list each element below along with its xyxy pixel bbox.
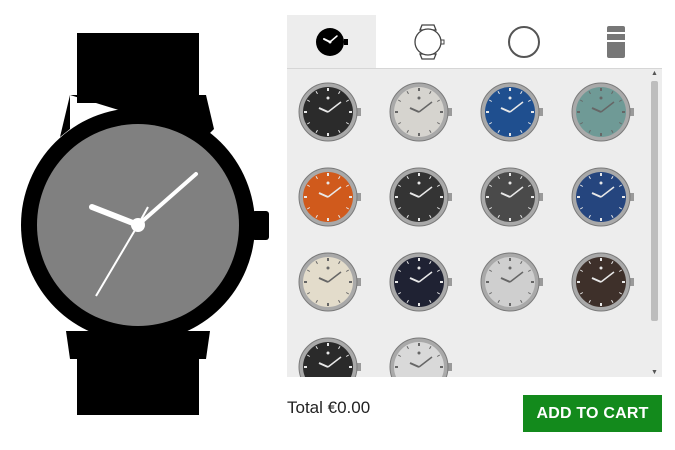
tab-case[interactable] — [383, 15, 472, 68]
dial-options-panel: ▲ ▼ — [287, 68, 662, 377]
tab-strap[interactable] — [571, 15, 660, 68]
watch-case-icon — [413, 23, 444, 60]
dial-option[interactable] — [388, 335, 452, 377]
scroll-thumb[interactable] — [651, 81, 658, 321]
bezel-ring-icon — [507, 25, 540, 58]
dial-option[interactable] — [297, 80, 361, 144]
strap-icon — [603, 25, 628, 58]
upper-strap — [77, 33, 199, 103]
dial-option[interactable] — [570, 165, 634, 229]
scrollbar[interactable]: ▲ ▼ — [650, 69, 659, 377]
tab-dial[interactable] — [287, 15, 376, 68]
dial-option[interactable] — [388, 250, 452, 314]
dial-option[interactable] — [388, 165, 452, 229]
crown — [252, 211, 269, 240]
watch-dial-icon — [315, 27, 348, 56]
dial-option[interactable] — [570, 250, 634, 314]
tab-bezel[interactable] — [479, 15, 568, 68]
dial-option[interactable] — [479, 250, 543, 314]
scroll-up-arrow-icon[interactable]: ▲ — [650, 70, 659, 78]
dial-option[interactable] — [479, 165, 543, 229]
dial-option[interactable] — [297, 250, 361, 314]
dial-options-grid — [287, 69, 652, 377]
scroll-down-arrow-icon[interactable]: ▼ — [650, 369, 659, 377]
dial-option[interactable] — [297, 335, 361, 377]
part-tabs — [287, 15, 662, 68]
configurator-panel: ▲ ▼ — [287, 15, 662, 377]
add-to-cart-button[interactable]: ADD TO CART — [523, 395, 662, 432]
dial-option[interactable] — [570, 80, 634, 144]
dial-option[interactable] — [479, 80, 543, 144]
hand-pivot — [131, 218, 145, 232]
dial-option[interactable] — [297, 165, 361, 229]
dial-option[interactable] — [388, 80, 452, 144]
total-price: Total €0.00 — [287, 398, 371, 417]
watch-configurator: ▲ ▼ Total €0.00 ADD TO CART — [0, 0, 675, 450]
watch-preview — [21, 33, 269, 415]
